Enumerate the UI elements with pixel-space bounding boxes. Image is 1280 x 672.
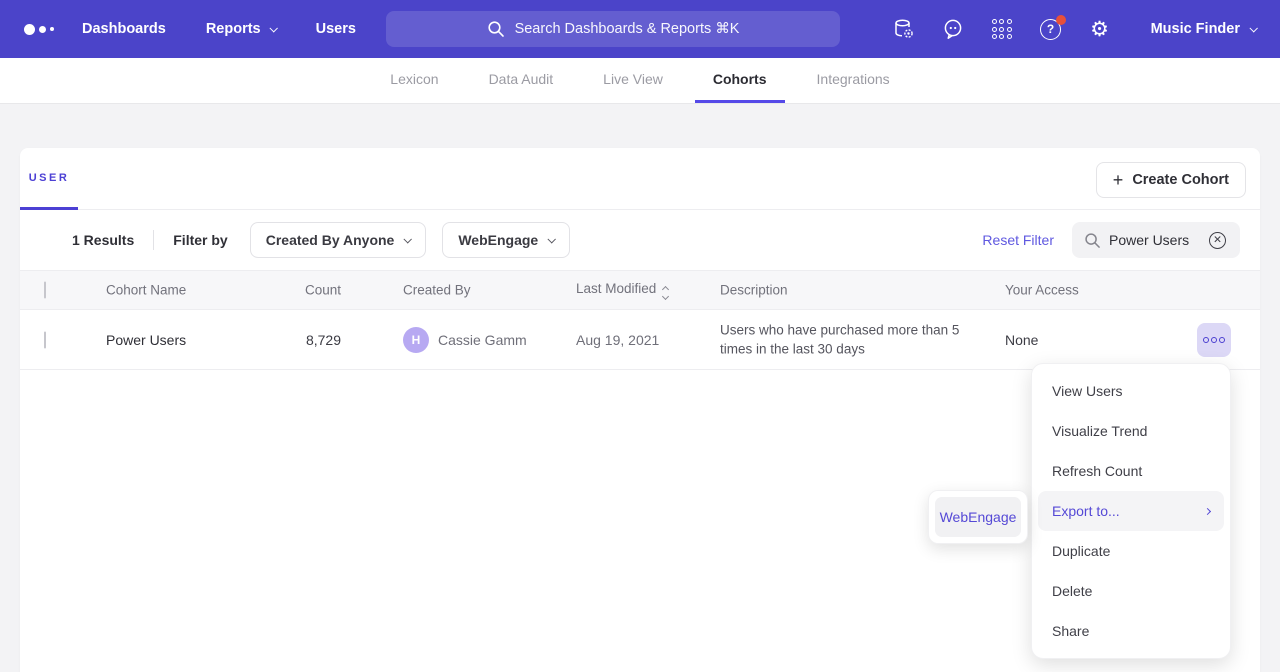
- tab-lexicon[interactable]: Lexicon: [372, 58, 456, 103]
- account-switcher[interactable]: Music Finder: [1151, 21, 1256, 37]
- clear-search-icon[interactable]: ✕: [1209, 232, 1226, 249]
- nav-reports-label: Reports: [206, 21, 261, 37]
- chevron-down-icon: [404, 235, 412, 243]
- cohort-search-input[interactable]: [1109, 232, 1201, 248]
- col-cohort-name: Cohort Name: [106, 283, 186, 298]
- results-count: 1 Results: [72, 232, 134, 248]
- nav-users[interactable]: Users: [316, 21, 356, 37]
- filter-toolbar: 1 Results Filter by Created By Anyone We…: [20, 210, 1260, 270]
- app-logo[interactable]: [24, 24, 54, 35]
- menu-item-duplicate[interactable]: Duplicate: [1038, 531, 1224, 571]
- account-name: Music Finder: [1151, 21, 1240, 37]
- sort-icon: [663, 287, 668, 299]
- menu-item-delete[interactable]: Delete: [1038, 571, 1224, 611]
- chevron-down-icon: [1249, 24, 1257, 32]
- create-cohort-button[interactable]: + Create Cohort: [1096, 162, 1246, 198]
- tab-cohorts[interactable]: Cohorts: [695, 58, 785, 103]
- export-submenu: WebEngage: [928, 490, 1028, 544]
- data-management-icon[interactable]: [892, 17, 916, 41]
- chevron-down-icon: [269, 24, 277, 32]
- nav-dashboards-label: Dashboards: [82, 21, 166, 37]
- search-icon: [1084, 232, 1101, 249]
- top-navbar: Dashboards Reports Users Search Dashboar…: [0, 0, 1280, 58]
- nav-reports[interactable]: Reports: [206, 21, 276, 37]
- section-tabbar: Lexicon Data Audit Live View Cohorts Int…: [0, 58, 1280, 104]
- chevron-down-icon: [548, 235, 556, 243]
- created-by-dropdown[interactable]: Created By Anyone: [250, 222, 427, 258]
- table-header: Cohort Name Count Created By Last Modifi…: [20, 270, 1260, 310]
- global-search-bar[interactable]: Search Dashboards & Reports ⌘K: [386, 11, 840, 47]
- col-count: Count: [260, 283, 341, 298]
- menu-item-refresh-count[interactable]: Refresh Count: [1038, 451, 1224, 491]
- table-row[interactable]: Power Users 8,729 H Cassie Gamm Aug 19, …: [20, 310, 1260, 370]
- plus-icon: +: [1113, 171, 1124, 189]
- tab-integrations[interactable]: Integrations: [799, 58, 908, 103]
- topbar-icons: ? ⚙ Music Finder: [892, 17, 1256, 41]
- tab-live-view[interactable]: Live View: [585, 58, 681, 103]
- row-checkbox[interactable]: [44, 331, 46, 348]
- tab-user-cohorts[interactable]: USER: [20, 148, 78, 210]
- row-actions-button[interactable]: [1197, 323, 1231, 357]
- row-actions-menu: View Users Visualize Trend Refresh Count…: [1031, 363, 1231, 659]
- card-header: USER + Create Cohort: [20, 148, 1260, 210]
- last-modified-date: Aug 19, 2021: [576, 332, 659, 348]
- primary-nav: Dashboards Reports Users: [82, 21, 356, 37]
- select-all-checkbox[interactable]: [44, 282, 46, 299]
- cohort-description: Users who have purchased more than 5 tim…: [720, 320, 968, 359]
- menu-item-share[interactable]: Share: [1038, 611, 1224, 651]
- cohort-name[interactable]: Power Users: [106, 332, 186, 348]
- notification-dot: [1056, 15, 1066, 25]
- menu-item-visualize-trend[interactable]: Visualize Trend: [1038, 411, 1224, 451]
- integration-filter-dropdown[interactable]: WebEngage: [442, 222, 570, 258]
- global-search-placeholder: Search Dashboards & Reports ⌘K: [515, 21, 740, 37]
- created-by-cell: H Cassie Gamm: [403, 327, 527, 353]
- nav-users-label: Users: [316, 21, 356, 37]
- tab-data-audit[interactable]: Data Audit: [471, 58, 572, 103]
- help-icon[interactable]: ?: [1039, 17, 1063, 41]
- menu-item-view-users[interactable]: View Users: [1038, 371, 1224, 411]
- submenu-item-webengage[interactable]: WebEngage: [935, 497, 1021, 537]
- cohort-count: 8,729: [260, 332, 341, 348]
- messages-icon[interactable]: [941, 17, 965, 41]
- apps-grid-icon[interactable]: [990, 17, 1014, 41]
- reset-filter-link[interactable]: Reset Filter: [982, 232, 1054, 248]
- settings-icon[interactable]: ⚙: [1088, 17, 1112, 41]
- menu-item-export-to[interactable]: Export to...: [1038, 491, 1224, 531]
- filter-by-label: Filter by: [173, 232, 227, 248]
- nav-dashboards[interactable]: Dashboards: [82, 21, 166, 37]
- cohorts-page: Dashboards Reports Users Search Dashboar…: [0, 0, 1280, 672]
- search-icon: [487, 20, 505, 38]
- cohort-search-box: ✕: [1072, 222, 1240, 258]
- access-level: None: [1005, 332, 1038, 348]
- col-your-access: Your Access: [1005, 283, 1079, 298]
- chevron-right-icon: [1204, 507, 1211, 514]
- avatar: H: [403, 327, 429, 353]
- divider: [153, 230, 154, 250]
- col-description: Description: [720, 283, 788, 298]
- col-created-by: Created By: [403, 283, 471, 298]
- col-last-modified[interactable]: Last Modified: [576, 281, 668, 299]
- creator-name: Cassie Gamm: [438, 332, 527, 348]
